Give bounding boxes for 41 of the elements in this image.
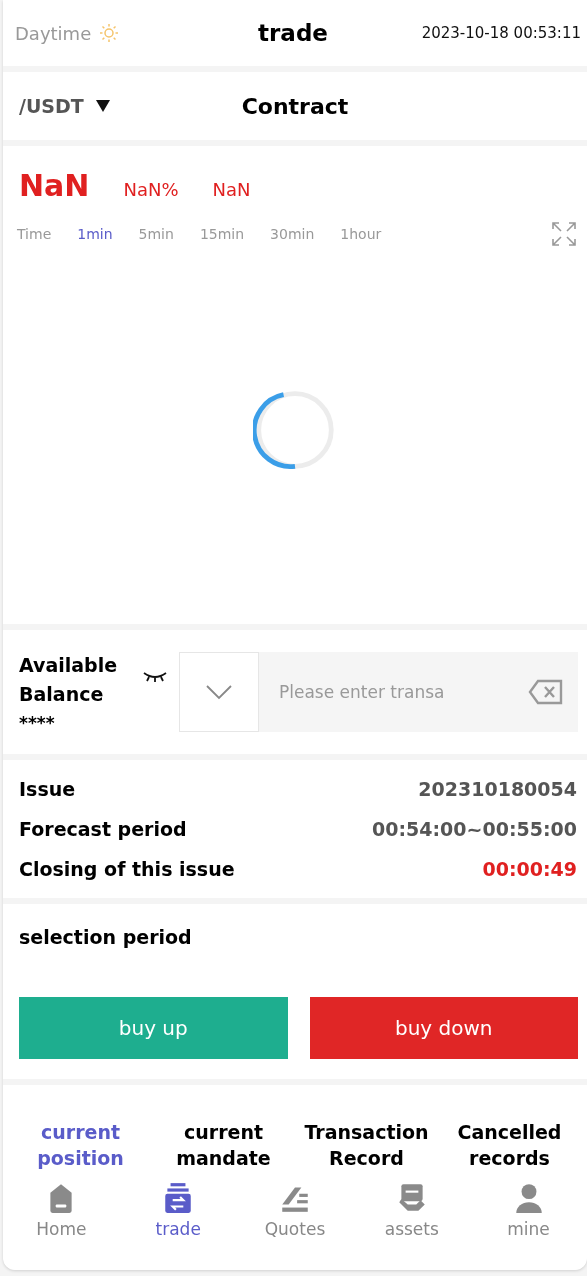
buy-down-button[interactable]: buy down (309, 997, 578, 1059)
price-change: NaN (212, 179, 251, 200)
interval-tab[interactable]: 1hour (338, 222, 384, 246)
caret-icon (95, 100, 110, 112)
balance-value: **** (19, 713, 56, 733)
amount-input-field[interactable]: Please enter transa (259, 652, 522, 732)
section-title: Contract (241, 93, 349, 119)
interval-tab[interactable]: Time (15, 222, 54, 246)
buy-up-button[interactable]: buy up (19, 997, 288, 1059)
issue-label: Closing of this issue (19, 857, 235, 882)
selection-title: selection period (19, 926, 193, 948)
interval-tab[interactable]: 15min (197, 222, 247, 246)
issue-label: Forecast period (19, 817, 187, 842)
nav-item[interactable]: Quotes (245, 1181, 345, 1239)
backspace-icon[interactable] (522, 652, 578, 732)
issue-value: 00:00:49 (482, 857, 577, 882)
nav-item[interactable]: trade (128, 1181, 229, 1239)
issue-value: 00:54:00~00:55:00 (372, 817, 577, 842)
issue-value: 202310180054 (418, 777, 577, 802)
fullscreen-icon[interactable] (551, 221, 577, 247)
record-tab[interactable]: Cancelled records (444, 1119, 575, 1171)
record-tab[interactable]: current mandate (158, 1119, 289, 1171)
price-value: NaN (19, 168, 90, 203)
chevron-down-icon (205, 684, 233, 700)
mode-label: Daytime (15, 22, 92, 44)
interval-tab[interactable]: 1min (75, 222, 115, 246)
interval-tab[interactable]: 5min (136, 222, 176, 246)
issue-label: Issue (19, 777, 76, 802)
nav-item[interactable]: mine (478, 1181, 579, 1239)
record-tab[interactable]: Transaction Record (301, 1119, 432, 1171)
datetime: 2023-10-18 00:53:11 (420, 24, 581, 42)
nav-item[interactable]: assets (361, 1181, 462, 1239)
eye-closed-icon[interactable] (143, 671, 167, 683)
price-change-percent: NaN% (123, 179, 179, 200)
nav-item[interactable]: Home (11, 1181, 112, 1239)
interval-tab[interactable]: 30min (268, 222, 317, 246)
record-tab[interactable]: current position (15, 1119, 146, 1171)
pair-selector[interactable]: /USDT (19, 95, 110, 117)
page-title: trade (258, 20, 328, 46)
balance-label: Available Balance (19, 653, 119, 707)
sun-icon[interactable] (99, 23, 120, 43)
